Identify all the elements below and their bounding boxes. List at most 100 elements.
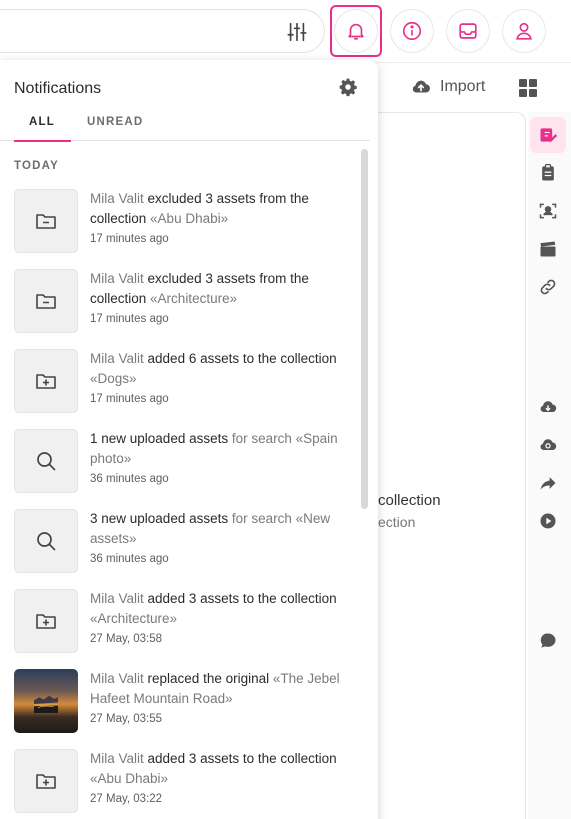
info-icon [402,21,422,41]
notification-time: 17 minutes ago [90,233,169,245]
background-heading: collection [378,492,441,509]
share-arrow-icon [540,477,556,490]
notification-item[interactable]: Mila Valit replaced the original «The Je… [14,669,359,735]
notifications-title: Notifications [14,80,102,97]
notification-action: 3 new uploaded assets [90,511,229,526]
notification-user: Mila Valit [90,191,144,206]
notification-time: 27 May, 03:55 [90,713,163,725]
folder-minus-icon [36,214,56,229]
import-label: Import [440,78,486,95]
notifications-panel: Notifications ALL UNREAD TODAY Mila Vali… [0,60,378,819]
notification-item[interactable]: Mila Valit added 3 assets to the collect… [14,749,359,815]
notification-item[interactable]: Mila Valit excluded 3 assets from the co… [14,269,359,335]
notification-user: Mila Valit [90,671,144,686]
notification-text: Mila Valit added 6 assets to the collect… [90,349,360,389]
user-icon [516,22,532,40]
content-panel [370,112,526,819]
folder-minus-icon [36,294,56,309]
notification-thumb [14,429,78,493]
notification-text: 1 new uploaded assets for search «Spain … [90,429,360,469]
notification-text: Mila Valit added 3 assets to the collect… [90,749,360,789]
scrollbar[interactable] [361,149,368,509]
rail-download-button[interactable] [537,396,559,418]
background-subtext: ection [378,514,416,530]
sliders-icon[interactable] [286,21,308,43]
rail-link-button[interactable] [537,276,559,298]
notification-time: 17 minutes ago [90,393,169,405]
notification-time: 36 minutes ago [90,553,169,565]
notification-thumb [14,589,78,653]
play-circle-icon [540,513,556,529]
cloud-download-icon [540,401,557,413]
notification-time: 36 minutes ago [90,473,169,485]
cloud-sync-icon [540,439,557,451]
bell-icon [348,23,364,40]
rail-face-button[interactable] [537,200,559,222]
folder-plus-icon [36,374,56,389]
notification-action: replaced the original [147,671,270,686]
rail-sync-button[interactable] [537,434,559,456]
notification-user: Mila Valit [90,351,144,366]
link-icon [540,279,556,295]
notification-text: Mila Valit replaced the original «The Je… [90,669,360,709]
rail-video-button[interactable] [537,238,559,260]
notification-target: «Architecture» [90,611,178,626]
notification-item[interactable]: Mila Valit added 3 assets to the collect… [14,589,359,655]
folder-plus-icon [36,774,56,789]
notification-action: added 3 assets to the collection [147,751,337,766]
notification-target: «Abu Dhabi» [150,211,229,226]
rail-edit-button[interactable] [530,117,566,153]
notification-target: «Abu Dhabi» [90,771,169,786]
notification-item[interactable]: Mila Valit added 6 assets to the collect… [14,349,359,415]
notification-time: 27 May, 03:58 [90,633,163,645]
search-input[interactable] [0,9,325,53]
notification-thumb [14,509,78,573]
edit-note-icon [540,128,558,142]
notification-action: added 6 assets to the collection [147,351,337,366]
notification-time: 17 minutes ago [90,313,169,325]
grid-view-icon[interactable] [519,79,537,97]
rail-play-button[interactable] [537,510,559,532]
notifications-button[interactable] [334,9,378,53]
inbox-icon [459,23,477,39]
section-label-today: TODAY [14,160,59,172]
gear-icon[interactable] [338,77,358,97]
import-button[interactable]: Import [410,76,485,98]
asset-photo-thumbnail [14,669,78,733]
clipboard-icon [542,164,554,181]
chat-bubble-icon [540,633,556,648]
tab-unread[interactable]: UNREAD [87,116,143,128]
notification-user: Mila Valit [90,751,144,766]
notification-thumb [14,749,78,813]
notification-text: Mila Valit excluded 3 assets from the co… [90,269,360,309]
notification-item[interactable]: Mila Valit excluded 3 assets from the co… [14,189,359,255]
notification-item[interactable]: 1 new uploaded assets for search «Spain … [14,429,359,495]
search-icon [37,452,56,471]
notification-thumb [14,349,78,413]
notification-target: «Architecture» [150,291,238,306]
notification-target: «Dogs» [90,371,137,386]
clapperboard-icon [540,241,556,257]
notification-user: Mila Valit [90,591,144,606]
notification-item[interactable]: 3 new uploaded assets for search «New as… [14,509,359,575]
tab-all[interactable]: ALL [14,116,71,142]
search-icon [37,532,56,551]
inbox-button[interactable] [446,9,490,53]
notification-tabs: ALL UNREAD [0,116,370,142]
info-button[interactable] [390,9,434,53]
rail-clipboard-button[interactable] [537,162,559,184]
notification-action: 1 new uploaded assets [90,431,229,446]
notification-text: Mila Valit excluded 3 assets from the co… [90,189,360,229]
rail-share-button[interactable] [537,472,559,494]
profile-button[interactable] [502,9,546,53]
right-toolbar [528,112,571,819]
notification-action: added 3 assets to the collection [147,591,337,606]
notification-thumb [14,189,78,253]
rail-comments-button[interactable] [537,630,559,652]
notification-text: 3 new uploaded assets for search «New as… [90,509,360,549]
notification-user: Mila Valit [90,271,144,286]
notification-thumb [14,269,78,333]
mountain-photo-image [34,695,58,713]
notification-text: Mila Valit added 3 assets to the collect… [90,589,360,629]
cloud-upload-icon [412,80,430,93]
